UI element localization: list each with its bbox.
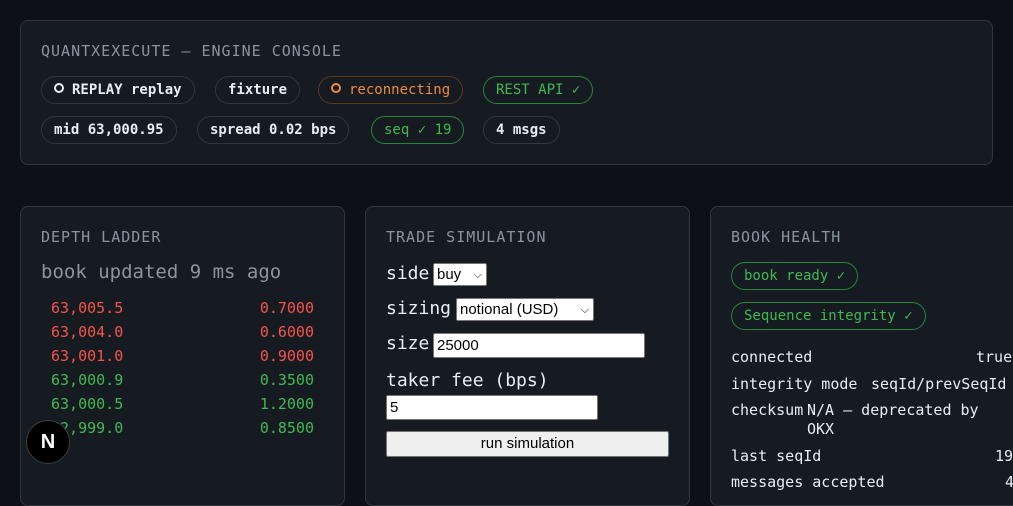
connection-status-label: reconnecting [349, 82, 451, 98]
sizing-label: sizing [386, 298, 452, 319]
bid-qty: 1.2000 [259, 395, 314, 413]
side-select[interactable]: buy ⌵ [433, 263, 487, 286]
mode-dot-icon [54, 83, 64, 93]
checksum-value-cont: OKX [807, 420, 835, 438]
spread-pill: spread 0.02 bps [197, 116, 350, 144]
size-label: size [386, 333, 430, 354]
integrity-mode-value: seqId/prevSeqId [871, 375, 1007, 393]
mid-price-pill: mid 63,000.95 [41, 116, 177, 144]
side-label: side [386, 263, 430, 284]
ladder-row-ask[interactable]: 63,005.5 0.7000 [51, 296, 314, 320]
book-health-card: BOOK HEALTH book ready ✓ Sequence integr… [710, 206, 1013, 506]
depth-ladder-card: DEPTH LADDER book updated 9 ms ago 63,00… [20, 206, 345, 506]
ask-qty: 0.6000 [259, 323, 314, 341]
ask-price: 63,004.0 [51, 323, 124, 341]
bid-price: 63,000.5 [51, 395, 124, 413]
message-count-pill: 4 msgs [483, 116, 560, 144]
ladder-row-ask[interactable]: 63,001.0 0.9000 [51, 344, 314, 368]
ask-qty: 0.7000 [259, 299, 314, 317]
bid-qty: 0.3500 [259, 371, 314, 389]
checksum-value: N/A — deprecated by [807, 401, 979, 419]
chevron-down-icon: ⌵ [473, 269, 482, 281]
ask-qty: 0.9000 [259, 347, 314, 365]
chevron-down-icon: ⌵ [580, 304, 589, 316]
last-seqid-key: last seqId [731, 447, 822, 465]
last-seqid-value: 19 [995, 447, 1013, 465]
book-health-title: BOOK HEALTH [731, 228, 842, 246]
depth-ladder-title: DEPTH LADDER [41, 228, 162, 246]
bid-price: 63,000.9 [51, 371, 124, 389]
console-title: QUANTXEXECUTE — ENGINE CONSOLE [41, 42, 342, 60]
side-select-value: buy [437, 266, 462, 283]
sizing-select[interactable]: notional (USD) ⌵ [456, 298, 594, 321]
mode-pill: REPLAY replay [41, 76, 195, 104]
integrity-mode-key: integrity mode [731, 375, 858, 393]
ask-price: 63,005.5 [51, 299, 124, 317]
ladder-row-bid[interactable]: 63,000.5 1.2000 [51, 392, 314, 416]
taker-fee-label: taker fee (bps) [386, 370, 549, 391]
connected-value: true [976, 348, 1013, 366]
engine-console-card: QUANTXEXECUTE — ENGINE CONSOLE REPLAY re… [20, 20, 993, 165]
sizing-select-value: notional (USD) [460, 301, 559, 318]
status-dot-icon [331, 83, 341, 93]
checksum-key: checksum [731, 401, 804, 419]
ladder-row-bid[interactable]: 62,999.0 0.8500 [51, 416, 314, 440]
ladder-row-ask[interactable]: 63,004.0 0.6000 [51, 320, 314, 344]
size-input[interactable]: 25000 [433, 333, 645, 358]
connected-key: connected [731, 348, 813, 366]
trade-simulation-card: TRADE SIMULATION side buy ⌵ sizing notion… [365, 206, 690, 506]
taker-fee-input[interactable]: 5 [386, 395, 598, 420]
nextjs-devtools-button[interactable]: N [26, 420, 70, 464]
ladder-row-bid[interactable]: 63,000.9 0.3500 [51, 368, 314, 392]
messages-accepted-key: messages accepted [731, 473, 885, 491]
run-simulation-button[interactable]: run simulation [386, 431, 669, 457]
rest-api-pill: REST API ✓ [483, 76, 594, 104]
mode-pill-label: REPLAY replay [72, 82, 182, 98]
messages-accepted-value: 4 [1005, 473, 1013, 491]
book-updated-text: book updated 9 ms ago [41, 261, 282, 283]
connection-status-pill: reconnecting [318, 76, 464, 104]
bid-qty: 0.8500 [259, 419, 314, 437]
book-ready-badge: book ready ✓ [731, 262, 859, 290]
sequence-integrity-badge: Sequence integrity ✓ [731, 302, 926, 330]
fixture-pill: fixture [215, 76, 301, 104]
sequence-pill: seq ✓ 19 [371, 116, 465, 144]
ask-price: 63,001.0 [51, 347, 124, 365]
trade-simulation-title: TRADE SIMULATION [386, 228, 547, 246]
